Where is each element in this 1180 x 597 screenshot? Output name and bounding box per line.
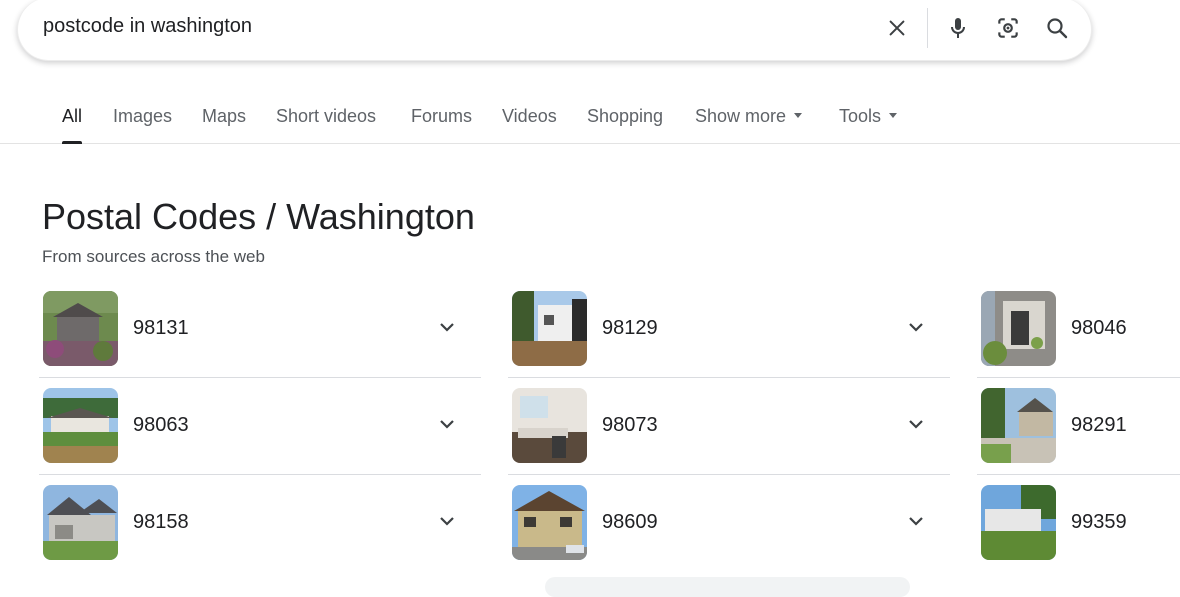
house-thumbnail <box>512 291 587 366</box>
search-divider <box>927 8 928 48</box>
postcode-item[interactable]: 98063 <box>39 378 481 475</box>
tab-maps[interactable]: Maps <box>202 106 246 127</box>
postcode-label: 98073 <box>602 414 658 436</box>
postcode-item[interactable]: 98609 <box>508 475 950 572</box>
postcode-item[interactable]: 98046 <box>977 281 1180 378</box>
house-thumbnail <box>981 388 1056 463</box>
tab-tools[interactable]: Tools <box>839 106 898 127</box>
chevron-down-icon[interactable] <box>435 509 459 533</box>
search-bar: postcode in washington <box>17 0 1092 61</box>
house-thumbnail <box>43 291 118 366</box>
house-thumbnail <box>512 485 587 560</box>
postcode-label: 98129 <box>602 317 658 339</box>
search-icon[interactable] <box>1041 12 1073 44</box>
close-icon[interactable] <box>881 12 913 44</box>
postcode-label: 98063 <box>133 414 189 436</box>
postcode-item[interactable]: 98158 <box>39 475 481 572</box>
postcode-label: 99359 <box>1071 511 1127 533</box>
more-button[interactable] <box>545 577 910 597</box>
postcode-label: 98158 <box>133 511 189 533</box>
tab-forums[interactable]: Forums <box>411 106 472 127</box>
caret-down-icon <box>889 112 898 118</box>
caret-down-icon <box>794 112 803 118</box>
chevron-down-icon[interactable] <box>904 412 928 436</box>
postcode-item[interactable]: 99359 <box>977 475 1180 572</box>
house-thumbnail <box>43 485 118 560</box>
lens-icon[interactable] <box>992 12 1024 44</box>
search-input[interactable]: postcode in washington <box>43 15 252 38</box>
result-subtitle: From sources across the web <box>42 247 265 266</box>
postcode-label: 98046 <box>1071 317 1127 339</box>
postcode-label: 98291 <box>1071 414 1127 436</box>
tab-images[interactable]: Images <box>113 106 172 127</box>
mic-icon[interactable] <box>942 12 974 44</box>
tab-all[interactable]: All <box>62 106 83 144</box>
postcode-item[interactable]: 98291 <box>977 378 1180 475</box>
tab-videos[interactable]: Videos <box>502 106 557 127</box>
postcode-label: 98131 <box>133 317 189 339</box>
postcode-item[interactable]: 98131 <box>39 281 481 378</box>
chevron-down-icon[interactable] <box>904 315 928 339</box>
chevron-down-icon[interactable] <box>435 412 459 436</box>
tab-short-videos[interactable]: Short videos <box>276 106 376 127</box>
chevron-down-icon[interactable] <box>904 509 928 533</box>
postcode-item[interactable]: 98129 <box>508 281 950 378</box>
house-thumbnail <box>512 388 587 463</box>
house-thumbnail <box>43 388 118 463</box>
house-thumbnail <box>981 291 1056 366</box>
result-title: Postal Codes / Washington <box>42 196 475 237</box>
house-thumbnail <box>981 485 1056 560</box>
search-tabs: All Images Maps Short videos Forums Vide… <box>0 96 1180 144</box>
postcode-label: 98609 <box>602 511 658 533</box>
chevron-down-icon[interactable] <box>435 315 459 339</box>
tab-show-more[interactable]: Show more <box>695 106 803 127</box>
postcode-item[interactable]: 98073 <box>508 378 950 475</box>
tab-shopping[interactable]: Shopping <box>587 106 663 127</box>
